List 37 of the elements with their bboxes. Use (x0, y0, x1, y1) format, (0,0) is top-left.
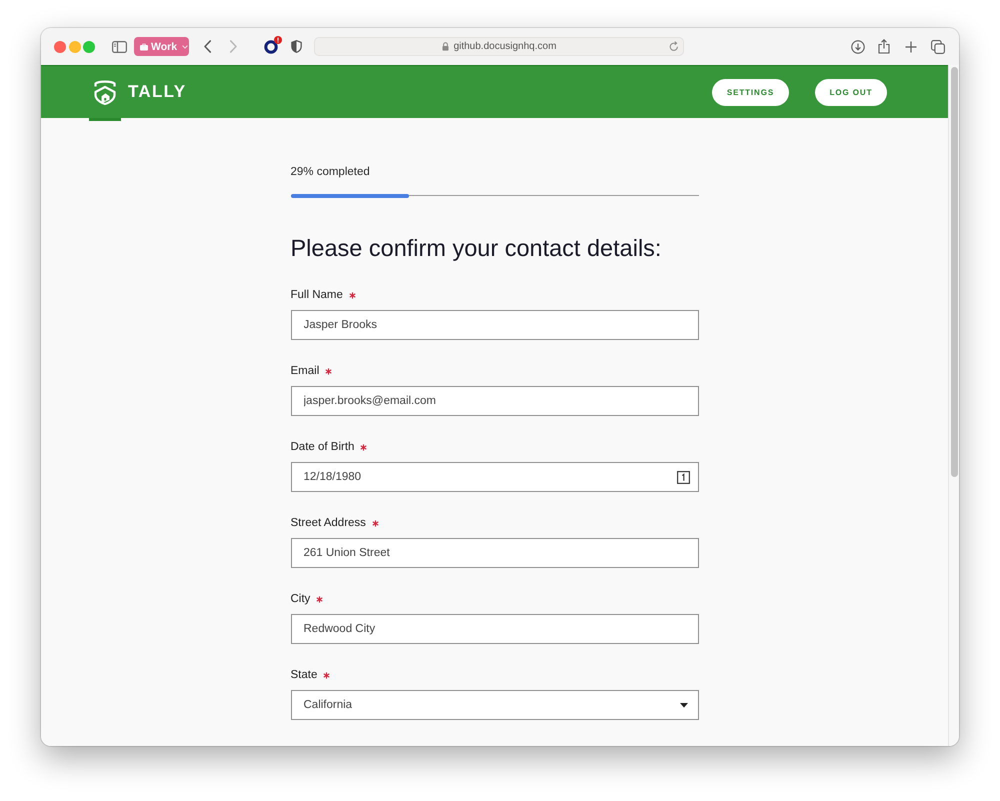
calendar-icon[interactable] (676, 470, 690, 484)
share-icon[interactable] (878, 39, 890, 54)
select-field[interactable]: California (290, 690, 698, 720)
text-field[interactable]: jasper.brooks@email.com (290, 386, 698, 416)
new-tab-icon[interactable] (905, 40, 917, 52)
reload-icon[interactable] (669, 41, 679, 52)
sidebar-icon[interactable] (112, 40, 127, 52)
field-label: Street Address (290, 516, 366, 530)
text-field[interactable]: Redwood City (290, 614, 698, 644)
tab-overview-icon[interactable] (931, 40, 945, 54)
text-field[interactable]: 261 Union Street (290, 538, 698, 568)
field-label: State (290, 668, 318, 682)
header-button[interactable]: SETTINGS (712, 78, 789, 106)
header-button[interactable]: LOG OUT (815, 78, 887, 106)
scrollbar-thumb[interactable] (950, 67, 958, 477)
field-label: Full Name (290, 288, 343, 302)
house-shield-icon[interactable] (93, 79, 117, 105)
form-title: Please confirm your contact details: (290, 234, 662, 262)
progress-label: 29% completed (290, 165, 371, 179)
alert-badge-icon (274, 36, 282, 44)
download-icon[interactable] (851, 40, 865, 54)
ring-extension-icon[interactable] (264, 40, 278, 54)
field-label: Date of Birth (290, 440, 354, 454)
caret-down-icon (680, 702, 688, 708)
close-window-icon[interactable] (54, 40, 66, 52)
field-label: Email (290, 364, 320, 378)
lock-icon (442, 42, 449, 51)
field-label: City (290, 592, 310, 606)
shield-icon[interactable] (291, 40, 302, 53)
address-bar[interactable]: github.docusignhq.com (314, 37, 684, 56)
text-field[interactable]: Jasper Brooks (290, 310, 698, 340)
back-icon[interactable] (203, 40, 212, 53)
brand-name: TALLY (128, 82, 186, 102)
date-field[interactable]: 12/18/1980 (290, 462, 698, 492)
briefcase-icon (140, 42, 148, 50)
scrollbar[interactable] (948, 65, 959, 746)
chevron-down-icon (182, 44, 188, 48)
